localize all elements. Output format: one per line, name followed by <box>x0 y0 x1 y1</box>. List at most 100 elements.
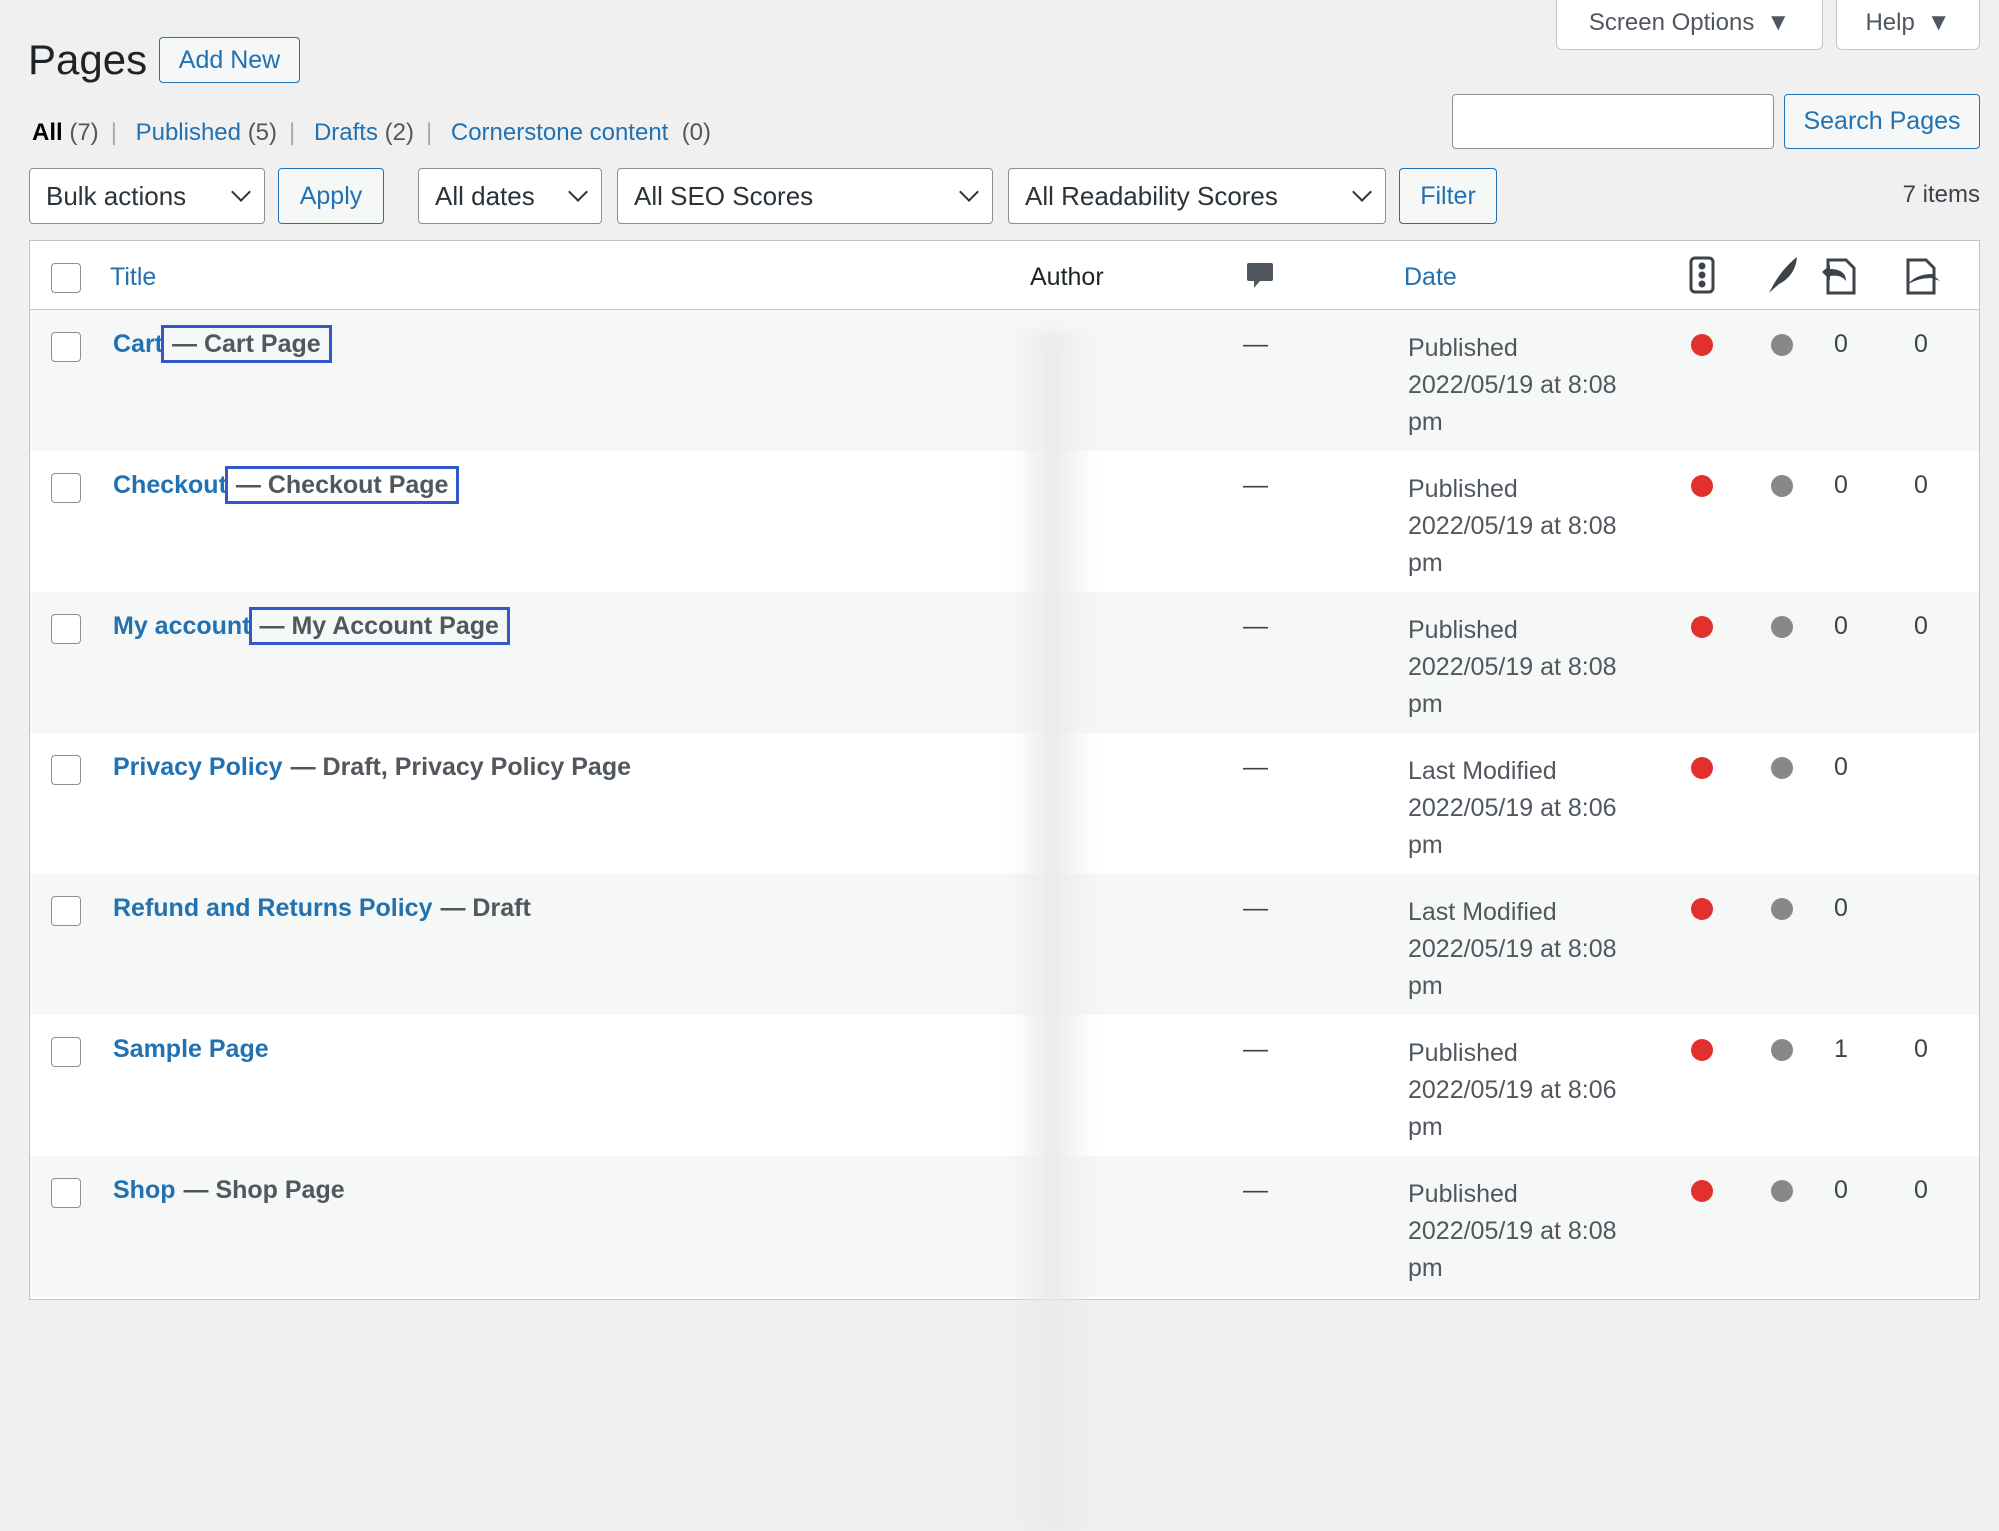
links-in-count: 0 <box>1834 471 1848 499</box>
apply-button[interactable]: Apply <box>278 168 384 224</box>
status-link-all[interactable]: All <box>32 119 63 146</box>
date-value: 2022/05/19 at 8:08 <box>1408 653 1617 681</box>
page-title-link[interactable]: Cart <box>113 330 163 358</box>
row-checkbox[interactable] <box>51 614 81 644</box>
row-title-cell: Refund and Returns Policy — Draft <box>113 894 531 923</box>
date-ampm: pm <box>1408 1113 1443 1141</box>
date-cell: Last Modified 2022/05/19 at 8:06 pm <box>1408 753 1617 864</box>
links-out-count: 0 <box>1914 471 1928 499</box>
date-ampm: pm <box>1408 408 1443 436</box>
comment-count: — <box>1243 753 1268 781</box>
seo-score-dot <box>1691 334 1713 356</box>
chevron-down-icon <box>568 182 588 202</box>
date-cell: Published 2022/05/19 at 8:08 pm <box>1408 471 1617 582</box>
page-title-link[interactable]: Sample Page <box>113 1035 269 1063</box>
date-status: Published <box>1408 475 1518 503</box>
seo-score-icon <box>1689 256 1715 299</box>
readability-dot <box>1771 616 1793 638</box>
readability-select[interactable]: All Readability Scores <box>1008 168 1386 224</box>
pages-table: Title Author Date Cart — Cart Page — Publ… <box>29 240 1980 1531</box>
date-status: Last Modified <box>1408 757 1557 785</box>
help-label: Help <box>1865 8 1915 36</box>
date-status: Published <box>1408 334 1518 362</box>
row-checkbox[interactable] <box>51 1178 81 1208</box>
comment-count: — <box>1243 1035 1268 1063</box>
comment-count: — <box>1243 612 1268 640</box>
dates-select[interactable]: All dates <box>418 168 602 224</box>
date-value: 2022/05/19 at 8:08 <box>1408 1217 1617 1245</box>
comment-count: — <box>1243 471 1268 499</box>
table-body: Cart — Cart Page — Published 2022/05/19 at… <box>30 310 1979 1297</box>
row-checkbox[interactable] <box>51 1037 81 1067</box>
page-title: Pages <box>28 36 148 83</box>
column-date[interactable]: Date <box>1404 263 1457 292</box>
search-pages-button[interactable]: Search Pages <box>1784 94 1980 149</box>
date-ampm: pm <box>1408 972 1443 1000</box>
internal-links-in-icon <box>1820 256 1860 301</box>
count: (2) <box>384 119 414 146</box>
caret-down-icon: ▼ <box>1926 8 1951 36</box>
bulk-actions-select[interactable]: Bulk actions <box>29 168 265 224</box>
date-cell: Published 2022/05/19 at 8:08 pm <box>1408 612 1617 723</box>
table-row: Refund and Returns Policy — Draft — Last … <box>30 874 1979 1015</box>
table-header: Title Author Date <box>30 241 1979 310</box>
readability-dot <box>1771 334 1793 356</box>
links-in-count: 0 <box>1834 894 1848 922</box>
column-title[interactable]: Title <box>110 263 156 292</box>
page-title-link[interactable]: My account <box>113 612 251 640</box>
row-checkbox[interactable] <box>51 896 81 926</box>
table-row: Checkout — Checkout Page — Published 2022/… <box>30 451 1979 592</box>
select-all-checkbox[interactable] <box>51 263 81 293</box>
seo-scores-select[interactable]: All SEO Scores <box>617 168 993 224</box>
readability-dot <box>1771 757 1793 779</box>
page-state: — Draft <box>440 894 531 922</box>
table-row: Privacy Policy — Draft, Privacy Policy Pa… <box>30 733 1979 874</box>
search-input[interactable] <box>1452 94 1774 149</box>
row-checkbox[interactable] <box>51 332 81 362</box>
links-out-count: 0 <box>1914 330 1928 358</box>
date-value: 2022/05/19 at 8:08 <box>1408 935 1617 963</box>
status-link-published[interactable]: Published <box>136 119 241 146</box>
date-status: Published <box>1408 1039 1518 1067</box>
row-title-cell: Sample Page <box>113 1035 277 1064</box>
status-link-drafts[interactable]: Drafts <box>314 119 378 146</box>
date-cell: Published 2022/05/19 at 8:08 pm <box>1408 1176 1617 1287</box>
status-filter-links: All (7) | Published (5) | Drafts (2) | Corn… <box>32 119 712 146</box>
comment-bubble-icon[interactable] <box>1246 261 1274 296</box>
page-title-link[interactable]: Shop <box>113 1176 176 1204</box>
links-out-count: 0 <box>1914 1035 1928 1063</box>
filter-button[interactable]: Filter <box>1399 168 1497 224</box>
help-button[interactable]: Help ▼ <box>1836 0 1980 50</box>
row-title-cell: Checkout — Checkout Page <box>113 466 460 504</box>
row-checkbox[interactable] <box>51 473 81 503</box>
page-state: — My Account Page <box>248 607 510 645</box>
page-title-link[interactable]: Privacy Policy <box>113 753 283 781</box>
add-new-button[interactable]: Add New <box>159 37 300 83</box>
links-in-count: 0 <box>1834 330 1848 358</box>
count: (5) <box>247 119 278 146</box>
table-row: My account — My Account Page — Published 2… <box>30 592 1979 733</box>
links-out-count: 0 <box>1914 612 1928 640</box>
date-cell: Published 2022/05/19 at 8:06 pm <box>1408 1035 1617 1146</box>
date-ampm: pm <box>1408 549 1443 577</box>
page-title-link[interactable]: Refund and Returns Policy <box>113 894 432 922</box>
date-value: 2022/05/19 at 8:08 <box>1408 512 1617 540</box>
page-title-link[interactable]: Checkout <box>113 471 227 499</box>
comment-count: — <box>1243 894 1268 922</box>
date-value: 2022/05/19 at 8:06 <box>1408 1076 1617 1104</box>
seo-score-dot <box>1691 1039 1713 1061</box>
row-checkbox[interactable] <box>51 755 81 785</box>
table-row: Sample Page — Published 2022/05/19 at 8:0… <box>30 1015 1979 1156</box>
table-row: Cart — Cart Page — Published 2022/05/19 at… <box>30 310 1979 451</box>
readability-dot <box>1771 1039 1793 1061</box>
date-status: Published <box>1408 1180 1518 1208</box>
page-state: — Cart Page <box>161 325 332 363</box>
seo-score-dot <box>1691 475 1713 497</box>
seo-score-dot <box>1691 616 1713 638</box>
items-count: 7 items <box>1902 181 1980 208</box>
screen-options-button[interactable]: Screen Options ▼ <box>1556 0 1823 50</box>
row-title-cell: My account — My Account Page <box>113 607 510 645</box>
status-link-cornerstone[interactable]: Cornerstone content <box>451 119 668 146</box>
page-state: — Shop Page <box>183 1176 345 1204</box>
chevron-down-icon <box>1352 182 1372 202</box>
